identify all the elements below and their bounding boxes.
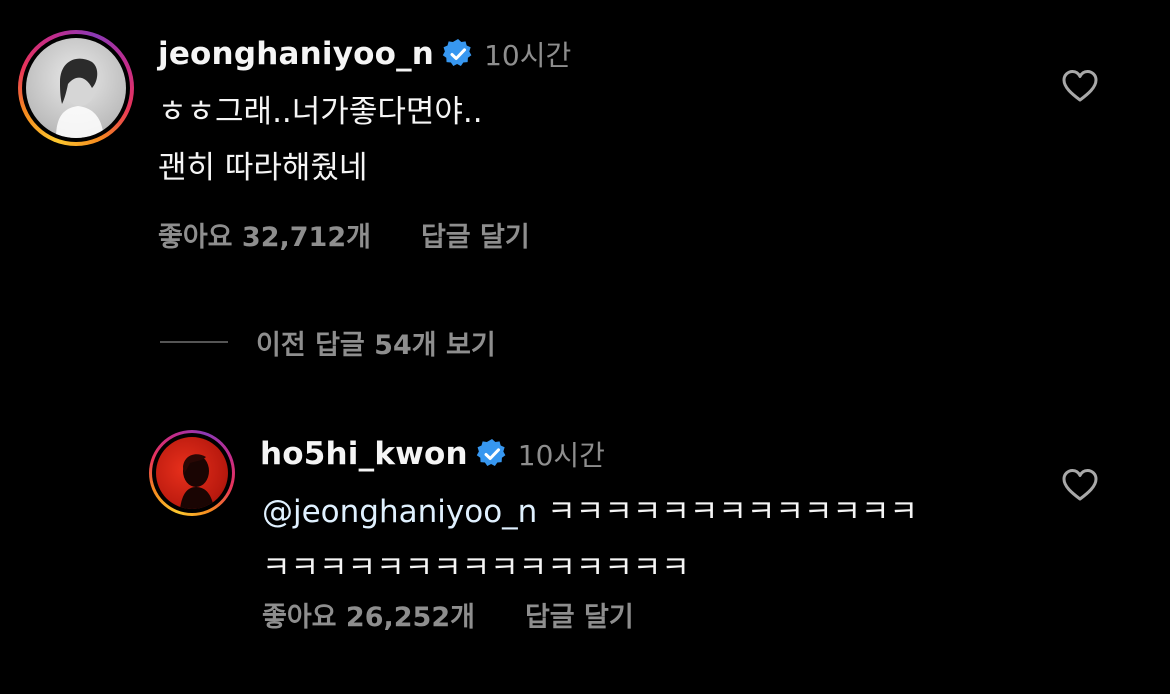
like-count[interactable]: 좋아요 32,712개 (158, 215, 371, 254)
comment-text-rest: ㅋㅋㅋㅋㅋㅋㅋㅋㅋㅋㅋㅋㅋ (537, 494, 918, 530)
verified-badge-icon (476, 438, 508, 470)
comment-line-1: @jeonghaniyoo_n ㅋㅋㅋㅋㅋㅋㅋㅋㅋㅋㅋㅋㅋ (262, 484, 918, 540)
heart-icon[interactable] (1061, 468, 1099, 502)
view-replies-button[interactable]: 이전 답글 54개 보기 (160, 322, 496, 362)
comment-meta: 좋아요 32,712개 답글 달기 (158, 214, 530, 254)
comment-line-2: 괜히 따라해줬네 (158, 150, 368, 186)
comment-line-1: ㅎㅎ그래..너가좋다면야.. (158, 94, 483, 130)
comment-text: ㅎㅎ그래..너가좋다면야.. 괜히 따라해줬네 (158, 84, 483, 196)
mention-link[interactable]: @jeonghaniyoo_n (262, 494, 537, 530)
timestamp: 10시간 (484, 39, 572, 72)
username[interactable]: jeonghaniyoo_n (158, 36, 434, 72)
story-ring[interactable] (149, 430, 235, 516)
comment-jeonghaniyoo: jeonghaniyoo_n 10시간 ㅎㅎ그래..너가좋다면야.. 괜히 따라… (0, 0, 1170, 300)
comment-header: jeonghaniyoo_n 10시간 (158, 34, 571, 74)
avatar[interactable] (156, 437, 228, 509)
story-ring[interactable] (18, 30, 134, 146)
comment-ho5hi-kwon: ho5hi_kwon 10시간 @jeonghaniyoo_n ㅋㅋㅋㅋㅋㅋㅋㅋ… (0, 420, 1170, 694)
username[interactable]: ho5hi_kwon (260, 436, 468, 472)
view-replies-label: 이전 답글 54개 보기 (256, 329, 496, 361)
divider-line (160, 341, 228, 343)
comment-meta: 좋아요 26,252개 답글 달기 (262, 594, 634, 634)
comment-text: @jeonghaniyoo_n ㅋㅋㅋㅋㅋㅋㅋㅋㅋㅋㅋㅋㅋ ㅋㅋㅋㅋㅋㅋㅋㅋㅋㅋ… (262, 484, 918, 596)
reply-button[interactable]: 답글 달기 (525, 595, 634, 634)
timestamp: 10시간 (517, 439, 605, 472)
avatar[interactable] (26, 38, 126, 138)
like-count[interactable]: 좋아요 26,252개 (262, 595, 475, 634)
reply-button[interactable]: 답글 달기 (421, 215, 530, 254)
verified-badge-icon (442, 38, 474, 70)
comment-line-2: ㅋㅋㅋㅋㅋㅋㅋㅋㅋㅋㅋㅋㅋㅋㅋ (262, 550, 690, 586)
heart-icon[interactable] (1061, 69, 1099, 103)
comment-header: ho5hi_kwon 10시간 (260, 434, 605, 474)
